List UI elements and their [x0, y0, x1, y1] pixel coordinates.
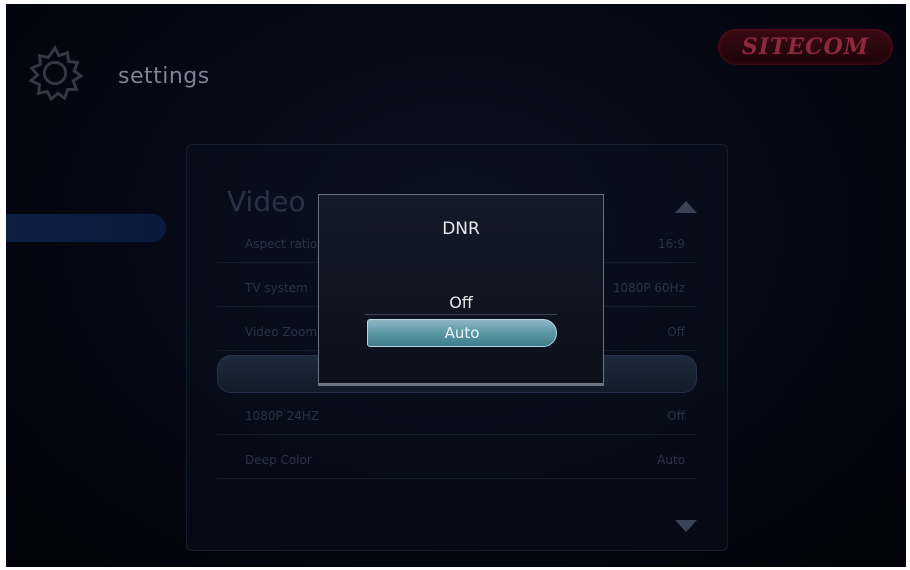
tv-screen: settings SITECOM Video Aspect ratio 16:9… — [6, 4, 906, 567]
row-value: 16:9 — [658, 237, 685, 251]
option-off[interactable]: Off — [319, 293, 603, 312]
settings-row[interactable]: 1080P 24HZ Off — [217, 397, 697, 435]
left-menu-item-selected[interactable] — [6, 214, 166, 242]
row-value: Auto — [657, 453, 685, 467]
dialog-title: DNR — [442, 219, 480, 239]
row-label: Video Zoom — [245, 325, 318, 339]
scroll-up-icon[interactable] — [675, 201, 697, 213]
row-label: Aspect ratio — [245, 237, 318, 251]
option-divider — [365, 314, 557, 315]
row-label: Deep Color — [245, 453, 312, 467]
row-value: 1080P 60Hz — [612, 281, 685, 295]
gear-icon — [28, 45, 84, 102]
row-value: Off — [667, 325, 685, 339]
option-auto-selected[interactable]: Auto — [367, 319, 557, 347]
row-label: TV system — [245, 281, 308, 295]
brand-logo: SITECOM — [718, 29, 893, 65]
settings-row[interactable]: Deep Color Auto — [217, 441, 697, 479]
dnr-dialog: DNR Off Auto — [318, 194, 604, 386]
dialog-divider — [319, 383, 603, 385]
panel-heading: Video — [227, 185, 306, 218]
scroll-down-icon[interactable] — [675, 520, 697, 532]
row-label: 1080P 24HZ — [245, 409, 320, 423]
page-title: settings — [118, 64, 210, 89]
row-value: Off — [667, 409, 685, 423]
